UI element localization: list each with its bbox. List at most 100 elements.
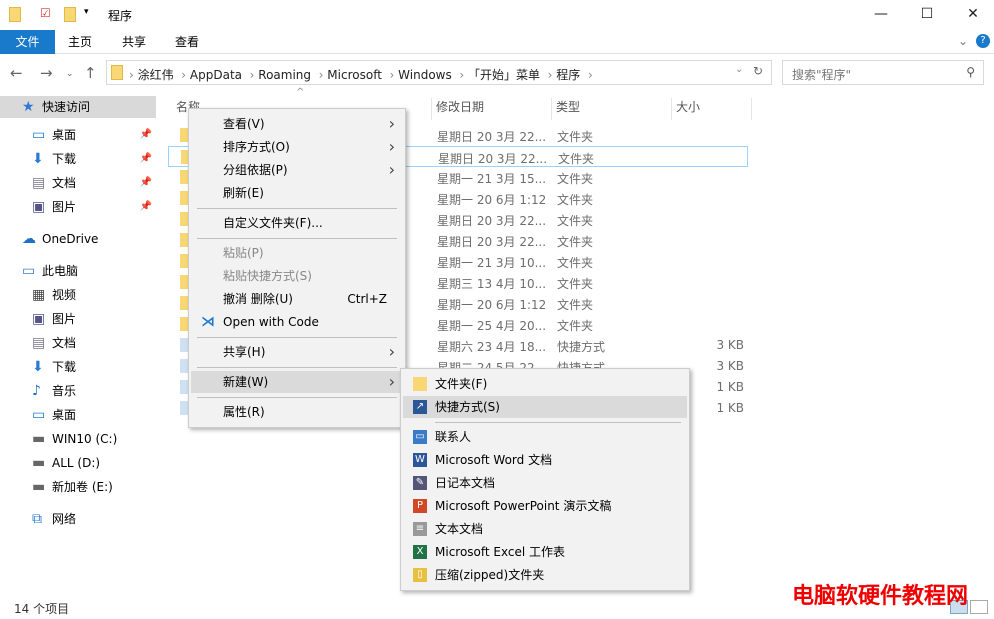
pin-icon[interactable]: 📌 <box>140 196 152 218</box>
new-submenu-item[interactable]: ↗ 快捷方式(S) <box>403 396 687 418</box>
file-type: 文件夹 <box>557 277 594 291</box>
context-menu-item[interactable]: 撤消 删除(U) Ctrl+Z <box>191 288 403 310</box>
sidebar-item-label: 图片 <box>52 312 77 326</box>
sidebar-item[interactable]: ⬇ 下载 <box>0 356 156 378</box>
maximize-button[interactable]: ☐ <box>912 6 942 22</box>
drive-icon: ▬ <box>32 431 46 447</box>
new-submenu-item[interactable]: P Microsoft PowerPoint 演示文稿 <box>403 495 687 517</box>
tab-share[interactable]: 共享 <box>110 30 158 54</box>
context-menu-item[interactable]: Open with Code ⋊ <box>191 311 403 333</box>
search-input[interactable]: 搜索"程序" ⚲ <box>782 60 984 85</box>
network-icon: ⧉ <box>32 511 42 527</box>
sidebar-item[interactable]: ▬ ALL (D:) <box>0 452 156 474</box>
new-submenu-item[interactable]: ▭ 联系人 <box>403 426 687 448</box>
context-menu-item[interactable]: 查看(V) › <box>191 113 403 135</box>
chevron-right-icon: › <box>388 342 395 361</box>
column-size[interactable]: 大小 <box>676 98 752 120</box>
file-type: 文件夹 <box>557 319 594 333</box>
pin-icon[interactable]: 📌 <box>140 172 152 194</box>
help-icon[interactable]: ? <box>976 34 990 48</box>
crumb[interactable]: Roaming <box>258 68 311 82</box>
context-menu-item[interactable]: 共享(H) › <box>191 341 403 363</box>
context-menu-item[interactable]: 粘贴(P) <box>191 242 403 264</box>
sidebar-item[interactable]: ▭ 此电脑 <box>0 260 156 282</box>
journal-icon: ✎ <box>413 476 427 490</box>
context-menu-item[interactable]: 排序方式(O) › <box>191 136 403 158</box>
context-menu-item[interactable]: 分组依据(P) › <box>191 159 403 181</box>
menu-item-label: 快捷方式(S) <box>435 400 500 414</box>
download-icon: ⬇ <box>32 359 44 375</box>
sidebar-item[interactable]: ▬ WIN10 (C:) <box>0 428 156 450</box>
tab-home[interactable]: 主页 <box>56 30 104 54</box>
folder-icon <box>9 7 21 22</box>
tab-view[interactable]: 查看 <box>163 30 211 54</box>
file-type: 文件夹 <box>557 256 594 270</box>
shortcut-icon: ↗ <box>413 400 427 414</box>
close-button[interactable]: ✕ <box>958 6 988 22</box>
context-menu-item[interactable]: 粘贴快捷方式(S) <box>191 265 403 287</box>
context-menu: 查看(V) › 排序方式(O) › 分组依据(P) › 刷新(E) 自定义文件夹(F)... 粘… <box>188 108 406 428</box>
menu-item-label: 粘贴快捷方式(S) <box>223 269 312 283</box>
context-menu-item[interactable]: 属性(R) <box>191 401 403 423</box>
chevron-right-icon: › <box>388 114 395 133</box>
sidebar-item[interactable]: ★ 快速访问 <box>0 96 156 118</box>
tab-file[interactable]: 文件 <box>0 30 55 54</box>
file-type: 文件夹 <box>558 152 595 166</box>
search-icon[interactable]: ⚲ <box>966 65 975 79</box>
sidebar-item[interactable]: ▣ 图片 <box>0 308 156 330</box>
file-date: 星期一 21 3月 10... <box>437 256 547 270</box>
crumb[interactable]: 「开始」菜单 <box>468 68 540 82</box>
minimize-button[interactable]: — <box>866 6 896 22</box>
picture-icon: ▣ <box>32 199 46 215</box>
sidebar-item[interactable]: ⬇ 下载 📌 <box>0 148 156 170</box>
sidebar-item[interactable]: ▬ 新加卷 (E:) <box>0 476 156 498</box>
sidebar-item[interactable]: ▭ 桌面 <box>0 404 156 426</box>
context-menu-item[interactable]: 新建(W) › <box>191 371 403 393</box>
crumb[interactable]: 涂红伟 <box>138 68 174 82</box>
sidebar-item[interactable]: ☁ OneDrive <box>0 228 156 250</box>
back-button[interactable]: ← <box>10 64 23 82</box>
new-submenu-item[interactable]: X Microsoft Excel 工作表 <box>403 541 687 563</box>
sidebar-item[interactable]: ▦ 视频 <box>0 284 156 306</box>
pin-icon[interactable]: 📌 <box>140 148 152 170</box>
sidebar-item[interactable]: ⧉ 网络 <box>0 508 156 530</box>
new-submenu-item[interactable]: ≡ 文本文档 <box>403 518 687 540</box>
file-date: 星期三 13 4月 10... <box>437 277 547 291</box>
pin-icon[interactable]: 📌 <box>140 124 152 146</box>
dropdown-icon[interactable]: ⌄ <box>735 64 743 75</box>
file-size: 1 KB <box>716 401 744 415</box>
crumb[interactable]: 程序 <box>556 68 580 82</box>
crumb[interactable]: Microsoft <box>327 68 382 82</box>
vscode-icon: ⋊ <box>201 314 215 330</box>
properties-icon[interactable]: ☑ <box>40 6 51 20</box>
sidebar-item[interactable]: ▤ 文档 <box>0 332 156 354</box>
menu-item-label: 新建(W) <box>223 375 269 389</box>
picture-icon: ▣ <box>32 311 46 327</box>
new-folder-icon[interactable] <box>64 7 76 22</box>
expand-ribbon-icon[interactable]: ⌄ <box>958 34 968 48</box>
forward-button[interactable]: → <box>40 64 53 82</box>
crumb[interactable]: AppData <box>190 68 242 82</box>
recent-locations-button[interactable]: ⌄ <box>66 69 74 79</box>
excel-icon: X <box>413 545 427 559</box>
crumb[interactable]: Windows <box>398 68 452 82</box>
new-submenu-item[interactable]: W Microsoft Word 文档 <box>403 449 687 471</box>
context-menu-item[interactable]: 自定义文件夹(F)... <box>191 212 403 234</box>
context-menu-item[interactable]: 刷新(E) <box>191 182 403 204</box>
large-icons-view-button[interactable] <box>970 600 988 614</box>
customize-toolbar-icon[interactable]: ▾ <box>84 7 89 17</box>
sidebar-item[interactable]: ♪ 音乐 <box>0 380 156 402</box>
new-submenu-item[interactable]: ✎ 日记本文档 <box>403 472 687 494</box>
new-submenu-item[interactable]: ▯ 压缩(zipped)文件夹 <box>403 564 687 586</box>
refresh-button[interactable]: ↻ <box>753 64 763 78</box>
column-date[interactable]: 修改日期 <box>436 98 552 120</box>
contact-icon: ▭ <box>413 430 427 444</box>
column-type[interactable]: 类型 <box>556 98 672 120</box>
chevron-right-icon: › <box>388 137 395 156</box>
address-bar[interactable]: › 涂红伟 › AppData › Roaming › Microsoft › … <box>106 60 772 85</box>
up-button[interactable]: ↑ <box>84 64 97 82</box>
sidebar-item[interactable]: ▤ 文档 📌 <box>0 172 156 194</box>
new-submenu-item[interactable]: 文件夹(F) <box>403 373 687 395</box>
sidebar-item[interactable]: ▭ 桌面 📌 <box>0 124 156 146</box>
sidebar-item[interactable]: ▣ 图片 📌 <box>0 196 156 218</box>
